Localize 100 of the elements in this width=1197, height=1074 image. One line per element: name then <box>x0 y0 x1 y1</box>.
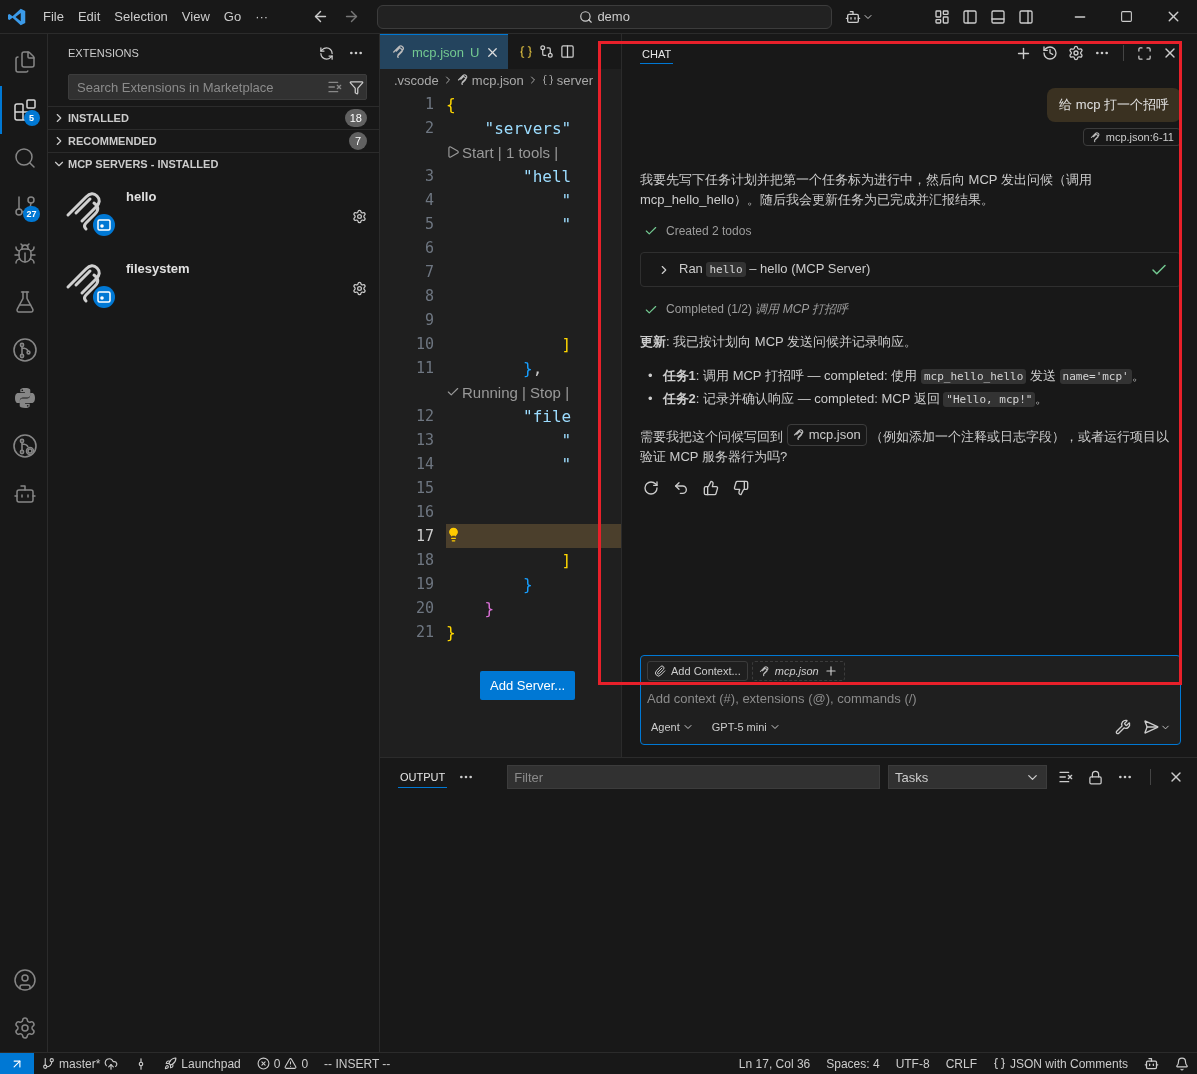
status-item[interactable]: Spaces: 4 <box>818 1052 888 1074</box>
account-icon <box>12 968 37 992</box>
menu-item[interactable]: ··· <box>248 9 276 24</box>
code-text: "file <box>522 406 572 426</box>
file-link[interactable]: mcp.json <box>786 424 867 446</box>
model-dropdown[interactable]: GPT-5 mini <box>707 719 785 735</box>
app-logo-icon <box>8 7 26 26</box>
sidebar-title: EXTENSIONS <box>68 47 139 59</box>
code-text: " <box>560 190 572 210</box>
code-lens[interactable]: Running | Stop | <box>462 383 570 401</box>
status-item[interactable]: UTF-8 <box>887 1052 938 1074</box>
line-number: 15 <box>414 479 435 497</box>
count-badge: 18 <box>344 109 367 127</box>
code-text: " <box>560 430 572 450</box>
channel-dropdown[interactable]: Tasks <box>888 765 1048 789</box>
code-text: ] <box>560 550 572 570</box>
menu-item[interactable]: View <box>174 9 217 24</box>
section-header[interactable]: INSTALLED 18 <box>48 106 379 129</box>
branch-circle-icon <box>11 337 38 363</box>
code-lens[interactable]: Start | 1 tools | <box>462 143 559 161</box>
line-number: 11 <box>414 359 435 377</box>
bell-icon <box>1175 1056 1189 1071</box>
add-server-button[interactable]: Add Server... <box>480 671 576 700</box>
cloud-icon <box>104 1056 119 1071</box>
braces-icon <box>541 74 554 86</box>
chat-input-field[interactable]: Add context (#), extensions (@), commands (/) <box>647 687 1174 710</box>
robot-icon <box>12 482 37 506</box>
python-icon <box>12 386 37 410</box>
line-number: 6 <box>423 239 435 257</box>
line-number: 21 <box>414 623 435 641</box>
search-text: demo <box>597 9 630 24</box>
breadcrumb-item[interactable]: .vscode <box>394 72 439 88</box>
braces-icon <box>992 1057 1006 1070</box>
line-number: 8 <box>423 287 435 305</box>
context-chip[interactable]: mcp.json <box>751 661 845 681</box>
response-text: 我要先写下任务计划并把第一个任务标为进行中，然后向 MCP 发出问候（调用 mcp_hello_hello）。随后我会更新任务为已完成并汇报结果。 <box>640 171 1093 209</box>
panel-tab[interactable]: OUTPUT <box>398 766 448 788</box>
warning-count: 0 <box>301 1056 309 1071</box>
mcp-file-icon <box>392 45 406 59</box>
copilot-icon <box>1144 1056 1159 1071</box>
branch-icon <box>12 194 37 218</box>
line-number: 18 <box>414 551 435 569</box>
command-center-search[interactable]: demo <box>377 4 833 29</box>
settings-icon <box>12 1016 37 1040</box>
section-title: INSTALLED <box>68 112 130 124</box>
activity-item[interactable]: 27 <box>0 182 48 230</box>
user-message: 给 mcp 打一个招呼 <box>1047 88 1181 122</box>
line-number: 13 <box>414 431 435 449</box>
section-header[interactable]: RECOMMENDED 7 <box>48 129 379 152</box>
breadcrumb-item[interactable]: server <box>556 72 593 88</box>
code-text: } <box>446 622 456 642</box>
bullet-marker: • <box>648 367 653 385</box>
filter-icon <box>349 79 364 95</box>
remote-button[interactable] <box>0 1052 34 1074</box>
status-item[interactable]: Ln 17, Col 36 <box>730 1052 819 1074</box>
section-title: MCP SERVERS - INSTALLED <box>68 158 220 170</box>
line-number: 7 <box>423 263 435 281</box>
code-text: { <box>446 94 456 114</box>
mcp-file-icon <box>758 665 770 677</box>
send-icon <box>1143 719 1159 735</box>
progress-text: Created 2 todos <box>666 224 752 238</box>
code-text: }, <box>522 358 543 378</box>
problems-status[interactable]: 0 0 <box>248 1052 317 1074</box>
vim-mode: -- INSERT -- <box>323 1055 392 1073</box>
error-icon <box>256 1057 270 1070</box>
extension-list-item[interactable]: filesystem <box>48 247 379 319</box>
line-number: 5 <box>423 215 435 233</box>
mode-dropdown[interactable]: Agent <box>647 719 698 735</box>
search-box[interactable]: Search Extensions in Marketplace <box>68 74 367 100</box>
mcp-file-icon <box>1089 131 1101 143</box>
line-number: 14 <box>414 455 435 473</box>
activity-item[interactable]: 5 <box>0 86 48 134</box>
menu-item[interactable]: Edit <box>70 9 108 24</box>
section-header[interactable]: MCP SERVERS - INSTALLED <box>48 152 379 175</box>
search-icon <box>12 146 37 170</box>
code-text: } <box>483 598 495 618</box>
filter-field[interactable]: Filter <box>507 765 881 789</box>
line-number: 20 <box>414 599 435 617</box>
extension-list-item[interactable]: hello <box>48 175 379 247</box>
plus-icon <box>823 664 838 678</box>
launchpad-status[interactable]: Launchpad <box>156 1052 249 1074</box>
line-number: 10 <box>414 335 435 353</box>
menu-item[interactable]: Go <box>216 9 249 24</box>
status-item[interactable]: CRLF <box>937 1052 985 1074</box>
gear-icon <box>352 209 367 224</box>
line-number: 16 <box>414 503 435 521</box>
section-title: RECOMMENDED <box>68 135 158 147</box>
branch-status[interactable]: master* <box>34 1052 127 1074</box>
chat-tab[interactable]: CHAT <box>640 42 674 64</box>
menu-item[interactable]: File <box>36 9 71 24</box>
editor-tab[interactable]: mcp.json U <box>380 34 509 69</box>
bullet-text: 任务1: 调用 MCP 打招呼 — completed: 使用 mcp_hello_hello 发送 name='mcp' 。 <box>662 367 1145 386</box>
line-number: 12 <box>414 407 435 425</box>
files-icon <box>12 50 37 74</box>
breadcrumb-item[interactable]: mcp.json <box>471 72 524 88</box>
extension-search-field[interactable]: Search Extensions in Marketplace <box>75 78 327 96</box>
menu-item[interactable]: Selection <box>107 9 175 24</box>
context-chip[interactable]: Add Context... <box>647 661 748 681</box>
status-item[interactable]: JSON with Comments <box>1009 1056 1128 1071</box>
gear-icon <box>352 281 367 296</box>
